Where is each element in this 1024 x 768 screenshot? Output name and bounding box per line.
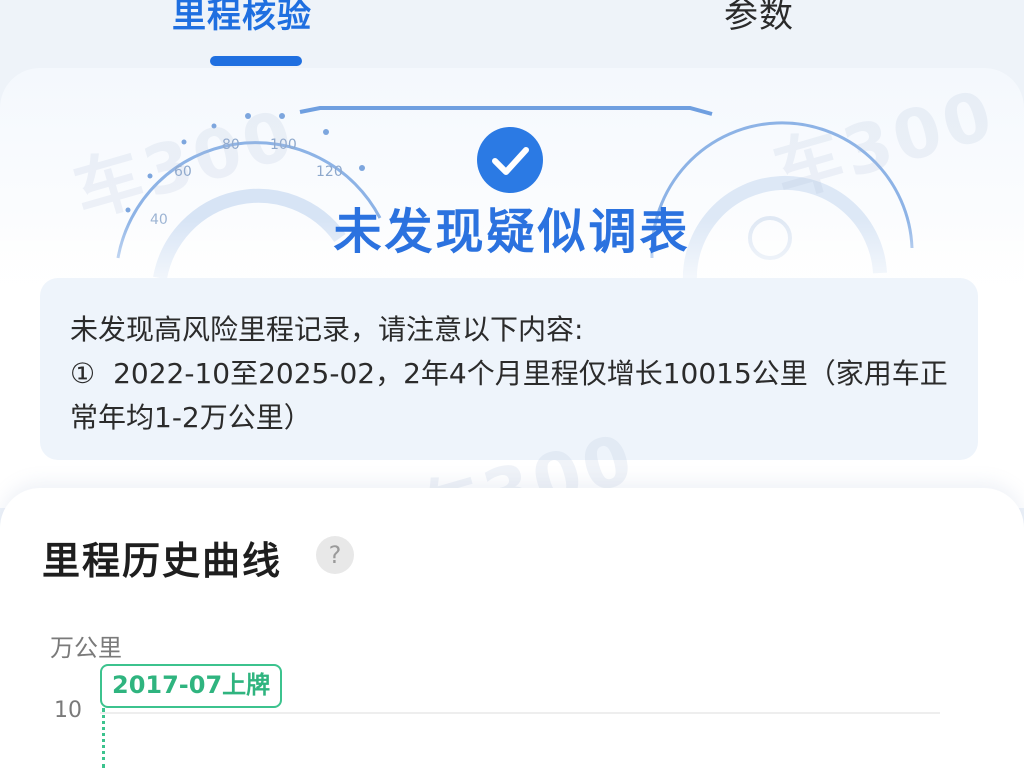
chart-gridline xyxy=(100,712,940,714)
help-icon[interactable]: ? xyxy=(316,536,354,574)
notice-intro: 未发现高风险里程记录，请注意以下内容: xyxy=(70,313,584,346)
y-axis-tick-label: 10 xyxy=(54,698,82,723)
registration-marker-line xyxy=(102,708,105,768)
notice-item-text: 2022-10至2025-02，2年4个月里程仅增长10015公里（家用车正常年… xyxy=(70,357,948,434)
y-axis-unit-label: 万公里 xyxy=(50,634,122,662)
check-circle-icon xyxy=(477,127,543,193)
registration-tag: 2017-07上牌 xyxy=(100,664,283,708)
notice-item-marker: ① xyxy=(70,357,96,390)
tab-mileage-check[interactable]: 里程核验 xyxy=(172,0,312,37)
gauge-tick-label: 120 xyxy=(316,164,343,180)
mileage-history-title: 里程历史曲线 xyxy=(42,539,283,583)
notice-box: 未发现高风险里程记录，请注意以下内容: ① 2022-10至2025-02，2年4… xyxy=(40,278,978,460)
notice-item: ① 2022-10至2025-02，2年4个月里程仅增长10015公里（家用车正常… xyxy=(70,352,948,440)
tab-parameters[interactable]: 参数 xyxy=(724,0,794,37)
app-page: 里程核验 参数 60 80 100 120 车300 车300 未发现疑似调表 … xyxy=(0,0,1024,768)
verdict-title: 未发现疑似调表 xyxy=(333,204,691,260)
active-tab-indicator xyxy=(210,56,302,66)
